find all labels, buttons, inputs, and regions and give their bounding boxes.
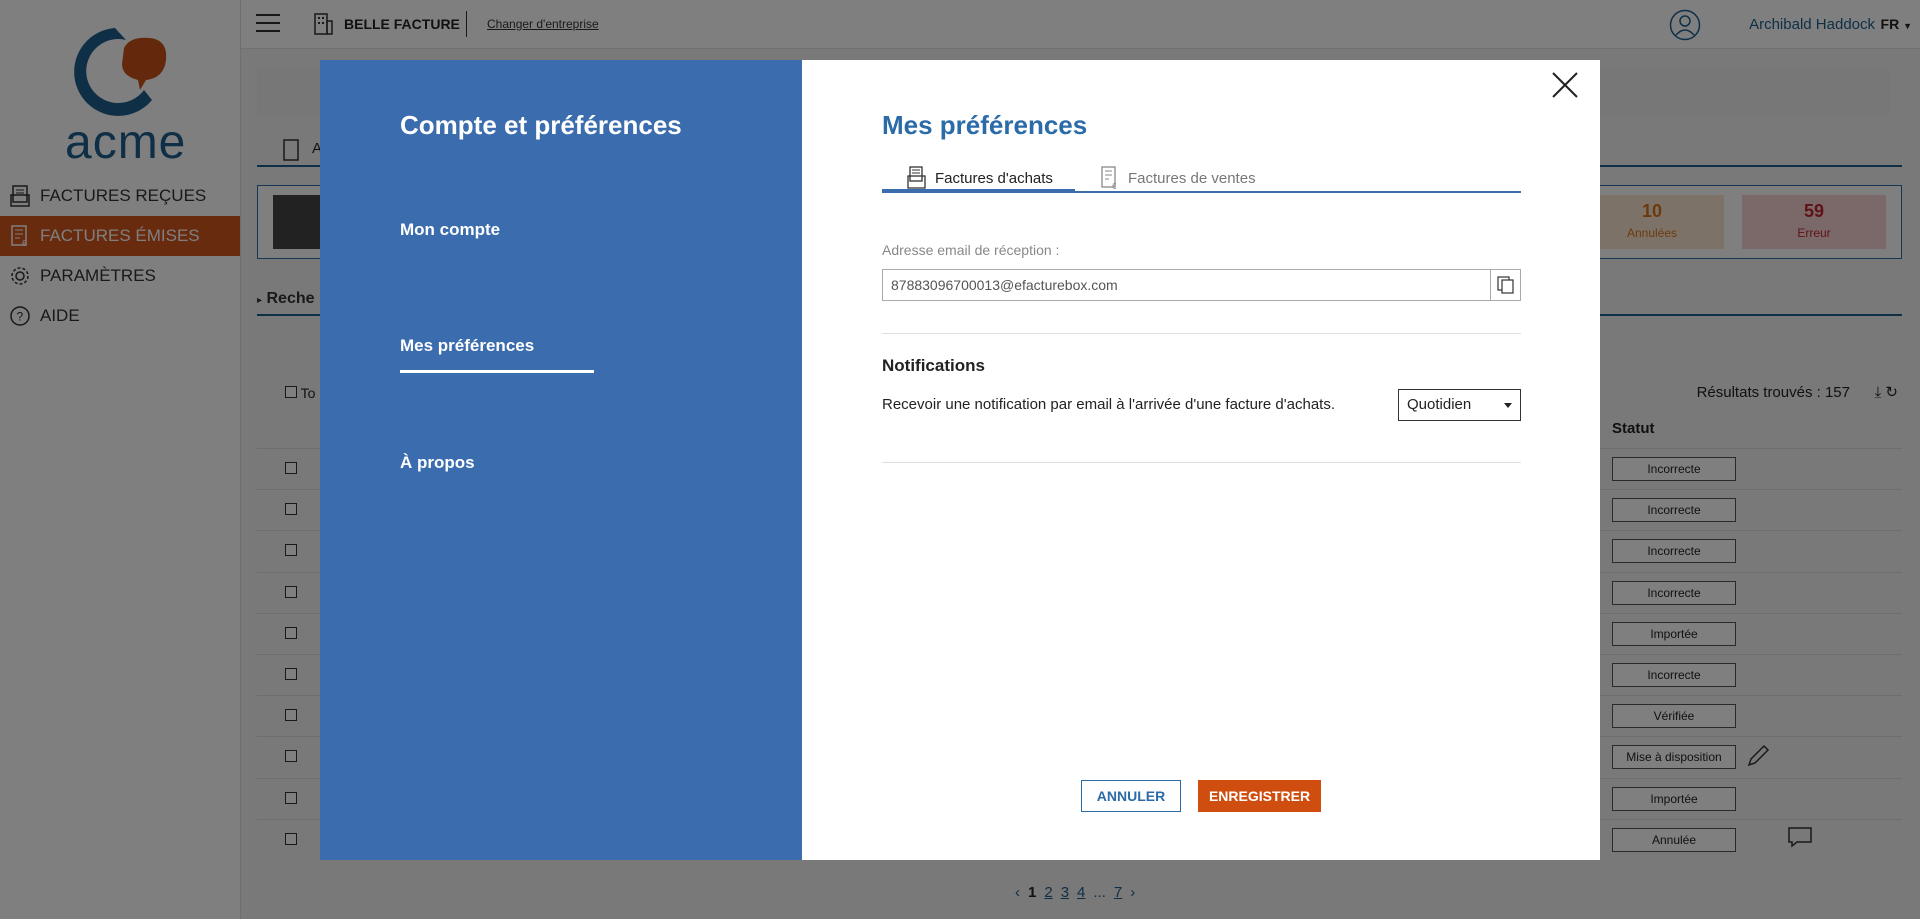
modal-title: Compte et préférences <box>400 110 682 140</box>
menu-item-mes-preferences[interactable]: Mes préférences <box>400 336 594 373</box>
tab-label: Factures d'achats <box>935 169 1053 187</box>
email-field[interactable]: 87883096700013@efacturebox.com <box>882 269 1521 301</box>
tab-label: Factures de ventes <box>1128 169 1256 187</box>
cancel-button[interactable]: ANNULER <box>1081 780 1181 812</box>
save-button[interactable]: ENREGISTRER <box>1198 780 1321 812</box>
close-icon[interactable] <box>1550 70 1580 100</box>
active-tab-indicator <box>882 189 1075 193</box>
copy-icon[interactable] <box>1490 270 1520 300</box>
preferences-panel: Mes préférences Factures d'achats € Fact… <box>882 60 1521 860</box>
preferences-modal: Compte et préférences Mon compte Mes pré… <box>320 60 1600 860</box>
email-label: Adresse email de réception : <box>882 242 1060 258</box>
tab-factures-ventes[interactable]: € Factures de ventes <box>1100 163 1256 193</box>
menu-item-a-propos[interactable]: À propos <box>400 453 475 473</box>
svg-text:€: € <box>1112 182 1117 190</box>
notifications-title: Notifications <box>882 356 985 375</box>
divider <box>882 462 1521 463</box>
chevron-down-icon <box>1504 403 1512 408</box>
select-value: Quotidien <box>1407 396 1472 413</box>
notifications-description: Recevoir une notification par email à l'… <box>882 396 1336 413</box>
sales-invoice-icon: € <box>1100 166 1120 190</box>
menu-item-mon-compte[interactable]: Mon compte <box>400 220 500 240</box>
email-value: 87883096700013@efacturebox.com <box>891 277 1118 293</box>
purchase-invoice-icon <box>907 166 927 190</box>
divider <box>882 333 1521 334</box>
modal-sidebar: Compte et préférences Mon compte Mes pré… <box>320 60 802 860</box>
section-title: Mes préférences <box>882 110 1088 140</box>
notification-frequency-select[interactable]: Quotidien <box>1398 389 1521 421</box>
